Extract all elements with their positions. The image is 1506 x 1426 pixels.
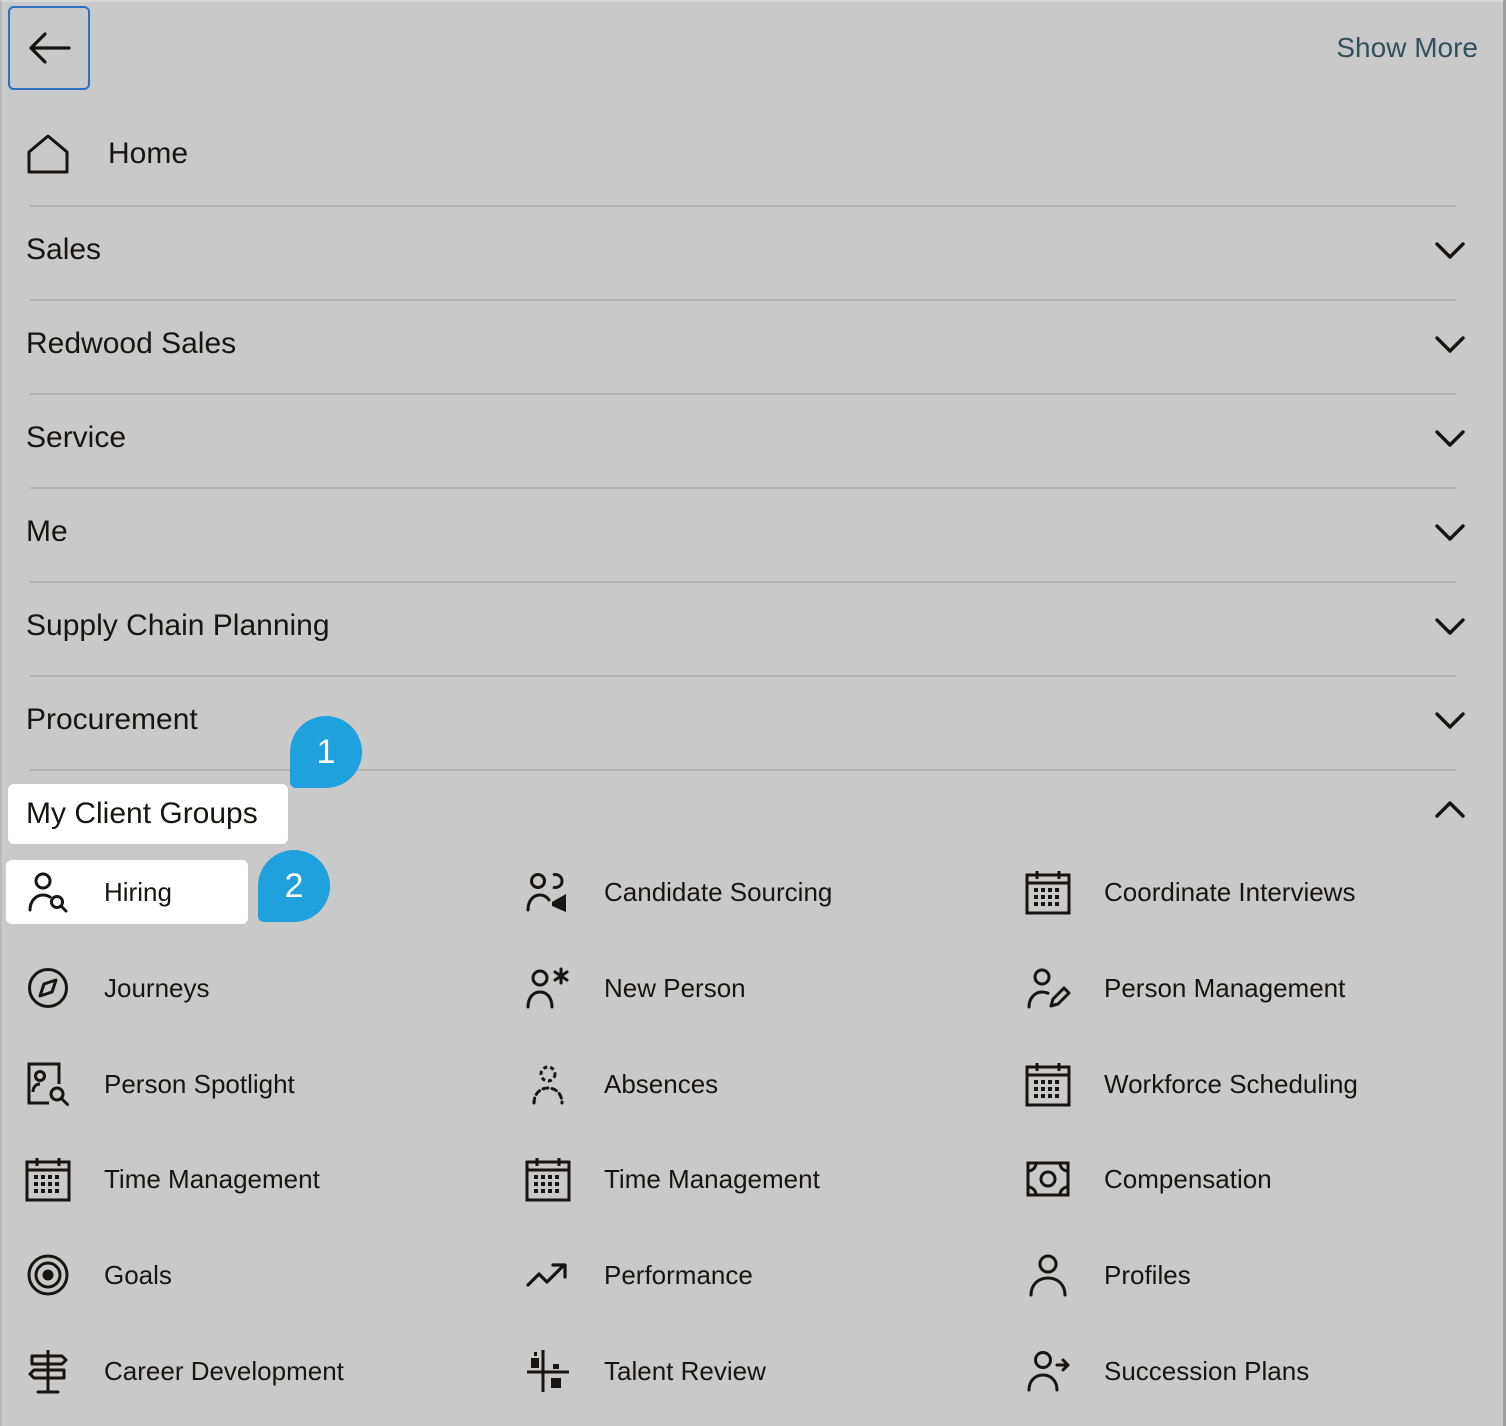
tile-journeys[interactable]: Journeys	[24, 956, 210, 1020]
person-search-icon	[24, 868, 72, 916]
divider	[30, 487, 1456, 489]
tile-coordinate-interviews[interactable]: Coordinate Interviews	[1024, 860, 1355, 924]
person-absent-icon	[524, 1060, 572, 1108]
nav-item-label: Service	[26, 421, 127, 454]
divider	[30, 581, 1456, 583]
chevron-down-icon	[1434, 522, 1466, 542]
tile-new-person[interactable]: New Person	[524, 956, 746, 1020]
divider	[30, 675, 1456, 677]
nav-group-my-client-groups[interactable]: My Client Groups	[8, 784, 288, 844]
tile-label: Time Management	[604, 1163, 820, 1194]
nav-item-procurement[interactable]: Procurement	[26, 690, 1466, 750]
people-megaphone-icon	[524, 868, 572, 916]
tile-goals[interactable]: Goals	[24, 1243, 172, 1307]
tile-performance[interactable]: Performance	[524, 1243, 753, 1307]
talent-grid-icon	[524, 1347, 572, 1395]
chevron-up-icon[interactable]	[1434, 800, 1466, 820]
compass-icon	[24, 964, 72, 1012]
calendar-icon	[1024, 1060, 1072, 1108]
tile-hiring[interactable]: Hiring	[6, 860, 248, 924]
nav-item-service[interactable]: Service	[26, 408, 1466, 468]
tile-time-management[interactable]: Time Management	[24, 1147, 320, 1211]
tile-label: Candidate Sourcing	[604, 876, 833, 907]
nav-item-label: Redwood Sales	[26, 327, 237, 360]
divider	[30, 205, 1456, 207]
tile-succession-plans[interactable]: Succession Plans	[1024, 1339, 1309, 1403]
nav-item-redwood-sales[interactable]: Redwood Sales	[26, 314, 1466, 374]
tile-label: Compensation	[1104, 1163, 1272, 1194]
nav-item-label: Supply Chain Planning	[26, 609, 330, 642]
tile-label: Person Management	[1104, 972, 1346, 1003]
tile-candidate-sourcing[interactable]: Candidate Sourcing	[524, 860, 832, 924]
arrow-left-icon	[27, 31, 71, 65]
tile-absences[interactable]: Absences	[524, 1052, 718, 1116]
nav-item-supply-chain-planning[interactable]: Supply Chain Planning	[26, 596, 1466, 656]
tile-person-spotlight[interactable]: Person Spotlight	[24, 1052, 295, 1116]
person-edit-icon	[1024, 964, 1072, 1012]
divider	[30, 393, 1456, 395]
money-icon	[1024, 1155, 1072, 1203]
tile-label: Performance	[604, 1259, 753, 1290]
nav-item-label: Sales	[26, 233, 102, 266]
chevron-down-icon	[1434, 428, 1466, 448]
person-asterisk-icon	[524, 964, 572, 1012]
nav-item-sales[interactable]: Sales	[26, 220, 1466, 280]
tile-workforce-scheduling[interactable]: Workforce Scheduling	[1024, 1052, 1358, 1116]
tile-profiles[interactable]: Profiles	[1024, 1243, 1191, 1307]
target-icon	[24, 1251, 72, 1299]
divider	[30, 769, 1456, 771]
tile-career-development[interactable]: Career Development	[24, 1339, 344, 1403]
chevron-down-icon	[1434, 616, 1466, 636]
calendar-icon	[24, 1155, 72, 1203]
tile-label: New Person	[604, 972, 746, 1003]
tile-person-management[interactable]: Person Management	[1024, 956, 1345, 1020]
signpost-icon	[24, 1347, 72, 1395]
tile-label: Goals	[104, 1259, 172, 1290]
callout-badge-1: 1	[290, 716, 362, 788]
nav-item-label: Home	[108, 137, 189, 170]
nav-item-label: Procurement	[26, 703, 198, 736]
tile-label: Time Management	[104, 1163, 320, 1194]
tile-label: Person Spotlight	[104, 1068, 295, 1099]
tile-time-management-2[interactable]: Time Management	[524, 1147, 820, 1211]
tile-compensation[interactable]: Compensation	[1024, 1147, 1272, 1211]
tile-label: Coordinate Interviews	[1104, 876, 1356, 907]
tile-talent-review[interactable]: Talent Review	[524, 1339, 766, 1403]
document-person-search-icon	[24, 1060, 72, 1108]
calendar-icon	[1024, 868, 1072, 916]
tile-label: Absences	[604, 1068, 719, 1099]
home-icon	[26, 133, 70, 175]
calendar-icon	[524, 1155, 572, 1203]
tile-label: Workforce Scheduling	[1104, 1068, 1358, 1099]
chevron-down-icon	[1434, 240, 1466, 260]
person-arrow-icon	[1024, 1347, 1072, 1395]
show-more-link[interactable]: Show More	[1336, 32, 1478, 64]
tile-label: Talent Review	[604, 1355, 766, 1386]
tile-label: Succession Plans	[1104, 1355, 1310, 1386]
chevron-down-icon	[1434, 334, 1466, 354]
tile-label: Career Development	[104, 1355, 344, 1386]
tile-label: Journeys	[104, 972, 210, 1003]
tile-label: Profiles	[1104, 1259, 1191, 1290]
trend-up-icon	[524, 1251, 572, 1299]
chevron-down-icon	[1434, 710, 1466, 730]
nav-item-home[interactable]: Home	[26, 128, 188, 180]
nav-item-label: Me	[26, 515, 68, 548]
divider	[30, 299, 1456, 301]
callout-badge-2: 2	[258, 850, 330, 922]
person-icon	[1024, 1251, 1072, 1299]
tile-label: Hiring	[104, 876, 172, 907]
back-button[interactable]	[8, 6, 90, 90]
nav-item-me[interactable]: Me	[26, 502, 1466, 562]
